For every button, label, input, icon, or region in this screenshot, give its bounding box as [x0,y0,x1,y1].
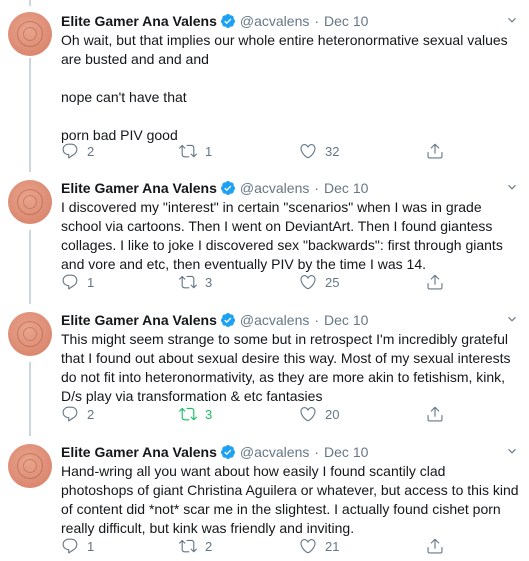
like-count: 32 [325,143,340,159]
reply-icon [62,274,78,290]
heart-icon [300,275,316,290]
retweet-button[interactable]: 1 [179,142,212,160]
tweet-date[interactable]: Dec 10 [324,13,368,29]
like-button[interactable]: 32 [299,142,339,160]
reply-icon [62,143,78,159]
like-count: 25 [325,274,340,290]
tweet-date[interactable]: Dec 10 [324,312,368,328]
like-button[interactable]: 25 [299,273,339,291]
tweet-actions: 1 2 21 [61,537,461,557]
tweet-text: I discovered my "interest" in certain "s… [61,198,519,274]
tweet-paragraph: This might seem strange to some but in r… [61,331,515,404]
retweet-button[interactable]: 3 [179,405,212,423]
retweet-button[interactable]: 2 [179,537,212,555]
tweet-actions: 2 3 20 [61,405,461,425]
share-icon [427,274,443,290]
verified-badge-icon [220,181,235,195]
separator: · [314,13,320,29]
heart-icon [300,144,316,159]
retweet-count: 3 [205,274,213,290]
share-button[interactable] [426,142,444,160]
author-name[interactable]: Elite Gamer Ana Valens [61,312,217,328]
tweet-actions: 2 1 32 [61,142,461,162]
tweet-header: Elite Gamer Ana Valens @acvalens · Dec 1… [61,11,519,31]
tweet-header: Elite Gamer Ana Valens @acvalens · Dec 1… [61,442,519,462]
retweet-count: 3 [205,406,213,422]
tweet-paragraph: Hand-wring all you want about how easily… [61,463,523,536]
tweet[interactable]: Elite Gamer Ana Valens @acvalens · Dec 1… [0,436,529,561]
tweet-paragraph: I discovered my "interest" in certain "s… [61,199,507,272]
like-button[interactable]: 21 [299,537,339,555]
separator: · [314,444,320,460]
like-button[interactable]: 20 [299,405,339,423]
retweet-icon [179,144,197,158]
chevron-down-icon[interactable] [505,444,519,458]
share-button[interactable] [426,405,444,423]
tweet[interactable]: Elite Gamer Ana Valens @acvalens · Dec 1… [0,172,529,304]
retweet-icon [179,407,197,421]
author-handle[interactable]: @acvalens [240,13,309,29]
avatar[interactable] [8,444,52,488]
tweet-text: Oh wait, but that implies our whole enti… [61,31,519,145]
tweet-thread: Elite Gamer Ana Valens @acvalens · Dec 1… [0,0,529,561]
reply-button[interactable]: 2 [61,142,94,160]
tweet-header: Elite Gamer Ana Valens @acvalens · Dec 1… [61,310,519,330]
author-handle[interactable]: @acvalens [240,444,309,460]
share-button[interactable] [426,273,444,291]
verified-badge-icon [220,445,235,459]
retweet-count: 1 [205,143,213,159]
tweet-paragraph: Oh wait, but that implies our whole enti… [61,32,512,67]
tweet[interactable]: Elite Gamer Ana Valens @acvalens · Dec 1… [0,0,529,172]
reply-icon [62,406,78,422]
separator: · [314,312,320,328]
reply-count: 1 [87,274,95,290]
verified-badge-icon [220,313,235,327]
tweet-text: This might seem strange to some but in r… [61,330,519,406]
author-name[interactable]: Elite Gamer Ana Valens [61,180,217,196]
tweet-text: Hand-wring all you want about how easily… [61,462,519,538]
chevron-down-icon[interactable] [505,180,519,194]
author-handle[interactable]: @acvalens [240,312,309,328]
author-name[interactable]: Elite Gamer Ana Valens [61,13,217,29]
heart-icon [300,407,316,422]
verified-badge-icon [220,14,235,28]
chevron-down-icon[interactable] [505,312,519,326]
share-icon [427,143,443,159]
tweet-actions: 1 3 25 [61,273,461,293]
chevron-down-icon[interactable] [505,13,519,27]
separator: · [314,180,320,196]
avatar[interactable] [8,180,52,224]
reply-count: 2 [87,406,95,422]
tweet-date[interactable]: Dec 10 [324,180,368,196]
reply-count: 2 [87,143,95,159]
share-icon [427,406,443,422]
author-name[interactable]: Elite Gamer Ana Valens [61,444,217,460]
tweet[interactable]: Elite Gamer Ana Valens @acvalens · Dec 1… [0,304,529,436]
tweet-paragraph: nope can't have that [61,89,187,105]
tweet-date[interactable]: Dec 10 [324,444,368,460]
retweet-count: 2 [205,538,213,554]
reply-button[interactable]: 1 [61,273,94,291]
share-button[interactable] [426,537,444,555]
reply-button[interactable]: 1 [61,537,94,555]
like-count: 20 [325,406,340,422]
reply-button[interactable]: 2 [61,405,94,423]
retweet-icon [179,275,197,289]
avatar[interactable] [8,12,52,56]
author-handle[interactable]: @acvalens [240,180,309,196]
reply-icon [62,538,78,554]
retweet-icon [179,539,197,553]
tweet-header: Elite Gamer Ana Valens @acvalens · Dec 1… [61,178,519,198]
like-count: 21 [325,538,340,554]
heart-icon [300,539,316,554]
avatar[interactable] [8,312,52,356]
reply-count: 1 [87,538,95,554]
share-icon [427,538,443,554]
retweet-button[interactable]: 3 [179,273,212,291]
